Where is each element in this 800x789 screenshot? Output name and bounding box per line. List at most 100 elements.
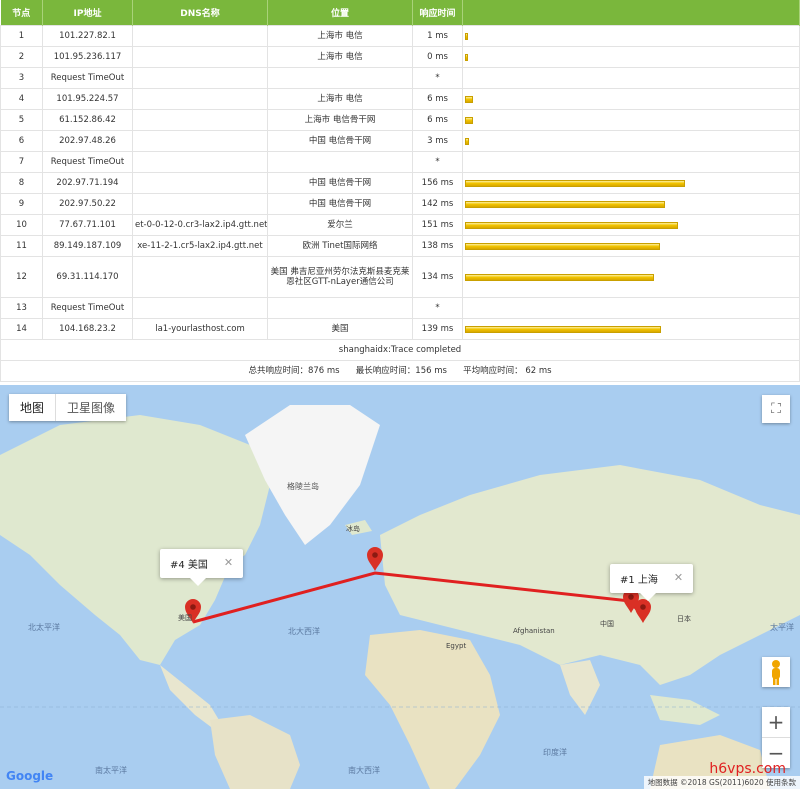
ip-cell: 202.97.48.26 [42, 130, 133, 152]
response-time-bar [465, 242, 660, 250]
hop-cell: 12 [0, 256, 43, 298]
table-row: 7 Request TimeOut * [0, 151, 800, 173]
map-attribution[interactable]: 地图数据 ©2018 GS(2011)6020 使用条款 [643, 776, 800, 789]
bar-cell [462, 88, 800, 110]
dns-cell [132, 130, 268, 152]
time-cell: 156 ms [412, 172, 463, 194]
pegman-icon [772, 660, 780, 685]
label-greenland: 格陵兰岛 [287, 482, 319, 491]
dns-cell: xe-11-2-1.cr5-lax2.ip4.gtt.net [132, 235, 268, 257]
google-logo[interactable]: Google [6, 769, 53, 783]
table-body: 1 101.227.82.1 上海市 电信 1 ms 2 101.95.236.117 上海… [0, 25, 800, 340]
ip-cell: 202.97.50.22 [42, 193, 133, 215]
table-row: 13 Request TimeOut * [0, 297, 800, 319]
time-cell: 138 ms [412, 235, 463, 257]
summary-row: 总共响应时间：876 ms 最长响应时间：156 ms 平均响应时间： 62 m… [0, 360, 800, 382]
bar-cell [462, 67, 800, 89]
close-icon[interactable]: ✕ [224, 556, 233, 571]
hop-cell: 1 [0, 25, 43, 47]
table-row: 9 202.97.50.22 中国 电信骨干网 142 ms [0, 193, 800, 215]
info-window-us-title: #4 美国 [170, 560, 208, 571]
info-window-shanghai-title: #1 上海 [620, 575, 658, 586]
hop-cell: 7 [0, 151, 43, 173]
bar-cell [462, 151, 800, 173]
table-row: 14 104.168.23.2 la1-yourlasthost.com 美国 139 … [0, 318, 800, 340]
bar-cell [462, 235, 800, 257]
table-row: 6 202.97.48.26 中国 电信骨干网 3 ms [0, 130, 800, 152]
hop-cell: 14 [0, 318, 43, 340]
bar-cell [462, 214, 800, 236]
response-time-bar [465, 179, 685, 187]
ip-cell: 77.67.71.101 [42, 214, 133, 236]
table-row: 8 202.97.71.194 中国 电信骨干网 156 ms [0, 172, 800, 194]
time-cell: 6 ms [412, 109, 463, 131]
location-cell: 中国 电信骨干网 [267, 130, 413, 152]
table-row: 1 101.227.82.1 上海市 电信 1 ms [0, 25, 800, 47]
hop-cell: 2 [0, 46, 43, 68]
ip-cell: 101.95.236.117 [42, 46, 133, 68]
time-cell: 151 ms [412, 214, 463, 236]
info-window-shanghai: #1 上海 ✕ [610, 564, 694, 601]
bar-cell [462, 25, 800, 47]
time-cell: * [412, 67, 463, 89]
dns-cell [132, 172, 268, 194]
bar-cell [462, 297, 800, 319]
hop-cell: 8 [0, 172, 43, 194]
dns-cell [132, 88, 268, 110]
fullscreen-button[interactable]: ⛶ [762, 395, 790, 423]
location-cell: 美国 弗吉尼亚州劳尔法克斯县麦克莱恩社区GTT-nLayer通信公司 [267, 256, 413, 298]
zoom-in-button[interactable]: + [762, 707, 790, 738]
hop-cell: 4 [0, 88, 43, 110]
dns-cell [132, 193, 268, 215]
response-time-bar [465, 200, 665, 208]
location-cell: 中国 电信骨干网 [267, 172, 413, 194]
close-icon[interactable]: ✕ [674, 571, 683, 586]
location-cell: 中国 电信骨干网 [267, 193, 413, 215]
dns-cell [132, 151, 268, 173]
response-time-bar [465, 32, 468, 40]
map-type-satellite-button[interactable]: 卫星图像 [55, 394, 126, 421]
time-cell: 0 ms [412, 46, 463, 68]
label-north-pacific: 北太平洋 [28, 623, 60, 632]
col-header-location: 位置 [267, 0, 413, 26]
location-cell [267, 297, 413, 319]
time-cell: 6 ms [412, 88, 463, 110]
time-cell: 139 ms [412, 318, 463, 340]
label-pacific: 太平洋 [770, 623, 794, 632]
bar-cell [462, 130, 800, 152]
ip-cell: Request TimeOut [42, 151, 133, 173]
trace-complete-row: shanghaidx:Trace completed [0, 339, 800, 361]
dns-cell [132, 25, 268, 47]
watermark: h6vps.com [709, 761, 786, 777]
label-japan: 日本 [677, 615, 691, 623]
route-map[interactable]: 格陵兰岛 北太平洋 北大西洋 太平洋 南太平洋 南大西洋 印度洋 冰岛 美国 中… [0, 385, 800, 789]
map-type-map-button[interactable]: 地图 [9, 394, 55, 421]
bar-cell [462, 256, 800, 298]
response-time-bar [465, 221, 678, 229]
location-cell: 爱尔兰 [267, 214, 413, 236]
ip-cell: 101.95.224.57 [42, 88, 133, 110]
bar-cell [462, 46, 800, 68]
summary-text: 总共响应时间：876 ms 最长响应时间：156 ms 平均响应时间： 62 m… [0, 360, 800, 382]
location-cell [267, 67, 413, 89]
table-row: 2 101.95.236.117 上海市 电信 0 ms [0, 46, 800, 68]
time-cell: * [412, 297, 463, 319]
ip-cell: Request TimeOut [42, 297, 133, 319]
col-header-dns: DNS名称 [132, 0, 268, 26]
location-cell: 上海市 电信 [267, 88, 413, 110]
fullscreen-icon: ⛶ [771, 401, 781, 417]
trace-complete-text: shanghaidx:Trace completed [0, 339, 800, 361]
ip-cell: 104.168.23.2 [42, 318, 133, 340]
response-time-bar [465, 325, 661, 333]
dns-cell [132, 297, 268, 319]
location-cell: 上海市 电信骨干网 [267, 109, 413, 131]
bar-cell [462, 109, 800, 131]
dns-cell [132, 109, 268, 131]
street-view-pegman[interactable] [762, 657, 790, 687]
traceroute-table: 节点 IP地址 DNS名称 位置 响应时间 1 101.227.82.1 上海市 电… [0, 0, 800, 382]
label-north-atlantic: 北大西洋 [288, 627, 320, 636]
response-time-bar [465, 273, 654, 281]
label-egypt: Egypt [446, 642, 467, 650]
info-window-us: #4 美国 ✕ [160, 549, 244, 586]
label-south-pacific: 南太平洋 [95, 766, 127, 775]
